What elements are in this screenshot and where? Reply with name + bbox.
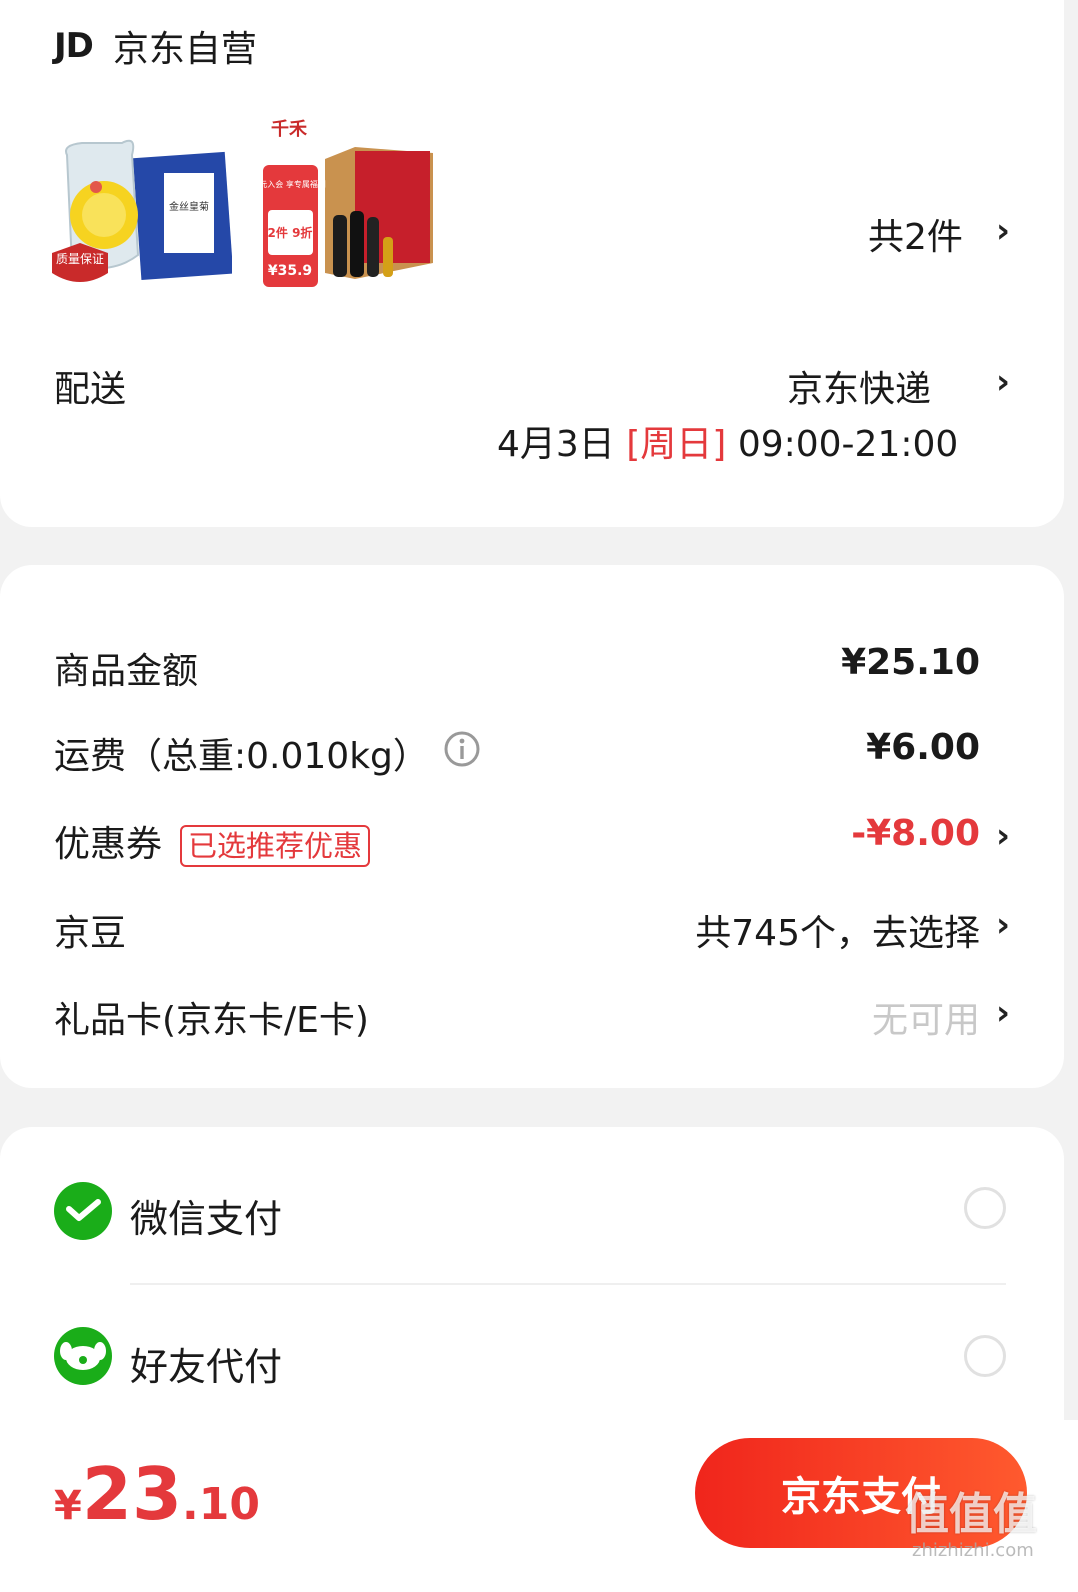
product-thumbnail-soysauce[interactable]: 千禾 0元入会 享专属福利 2件 9折 ¥35.9 (254, 115, 435, 295)
shop-header: JD 京东自营 (54, 20, 257, 72)
watermark-url: zhizhizhi.com (912, 1540, 1034, 1561)
delivery-label: 配送 (54, 369, 127, 410)
total-price: ¥23.10 (54, 1452, 260, 1536)
order-card: JD 京东自营 质量保证 金丝皇菊 千禾 0元入会 享专属福利 2件 9折 ¥3… (0, 0, 1064, 527)
chevron-right-icon[interactable]: › (996, 816, 1010, 856)
item-count-link[interactable]: 共2件 (868, 208, 963, 260)
giftcard-label: 礼品卡(京东卡/E卡) (54, 1000, 369, 1041)
brand-text: 千禾 (271, 119, 307, 140)
coupon-value[interactable]: -¥8.00 (851, 813, 980, 854)
payment-card: 微信支付 好友代付 (0, 1127, 1064, 1447)
item-count: 共2件 (868, 217, 963, 258)
delivery-date: 4月3日 (497, 424, 615, 465)
pack-text: 金丝皇菊 (169, 200, 209, 213)
friend-pay-label[interactable]: 好友代付 (130, 1336, 282, 1391)
divider (130, 1283, 1006, 1285)
radio-unchecked-icon[interactable] (964, 1335, 1006, 1377)
coupon-label: 优惠券 (54, 824, 163, 865)
chevron-right-icon[interactable]: › (996, 993, 1010, 1033)
coupon-tag: 已选推荐优惠 (180, 825, 371, 867)
chevron-right-icon[interactable]: › (996, 362, 1010, 402)
watermark-logo: 值值值 (905, 1489, 1037, 1540)
giftcard-value[interactable]: 无可用 (872, 991, 980, 1043)
total-integer: 23 (81, 1452, 183, 1536)
wechat-pay-icon (54, 1182, 112, 1244)
info-icon[interactable] (443, 730, 481, 777)
chrysanthemum-tea-image: 质量保证 金丝皇菊 (52, 139, 234, 282)
total-decimal: .10 (182, 1479, 260, 1530)
jd-logo: JD (54, 26, 94, 66)
delivery-timeslot: 09:00-21:00 (737, 424, 959, 465)
product-thumbnail-chrysanthemum[interactable]: 质量保证 金丝皇菊 (52, 115, 234, 295)
delivery-time[interactable]: 4月3日 [周日] 09:00-21:00 (497, 415, 958, 467)
beans-label: 京豆 (54, 913, 127, 954)
shipping-label: 运费（总重:0.010kg） (54, 736, 429, 777)
delivery-weekday: [周日] (626, 424, 727, 465)
price-card: 商品金额 ¥25.10 运费（总重:0.010kg） ¥6.00 优惠券 已选推荐… (0, 565, 1064, 1088)
chevron-right-icon[interactable]: › (996, 905, 1010, 945)
price-text: ¥35.9 (268, 263, 312, 279)
shipping-row: 运费（总重:0.010kg） (54, 727, 481, 779)
friend-pay-icon (54, 1327, 112, 1389)
promo-text: 0元入会 享专属福利 (255, 179, 326, 189)
badge-text: 质量保证 (56, 252, 104, 266)
total-currency: ¥ (54, 1483, 82, 1529)
coupon-row[interactable]: 优惠券 已选推荐优惠 (54, 815, 371, 867)
discount-text: 2件 9折 (268, 225, 313, 240)
chevron-right-icon[interactable]: › (996, 211, 1010, 251)
wechat-pay-label[interactable]: 微信支付 (130, 1188, 282, 1243)
goods-amount-value: ¥25.10 (841, 642, 980, 683)
shipping-value: ¥6.00 (866, 727, 980, 768)
beans-value[interactable]: 共745个，去选择 (695, 904, 980, 956)
delivery-method[interactable]: 京东快递 (787, 360, 931, 412)
radio-unchecked-icon[interactable] (964, 1187, 1006, 1229)
goods-amount-label: 商品金额 (54, 651, 199, 692)
soy-sauce-giftbox-image: 千禾 0元入会 享专属福利 2件 9折 ¥35.9 (254, 119, 433, 287)
shop-name: 京东自营 (112, 29, 257, 70)
